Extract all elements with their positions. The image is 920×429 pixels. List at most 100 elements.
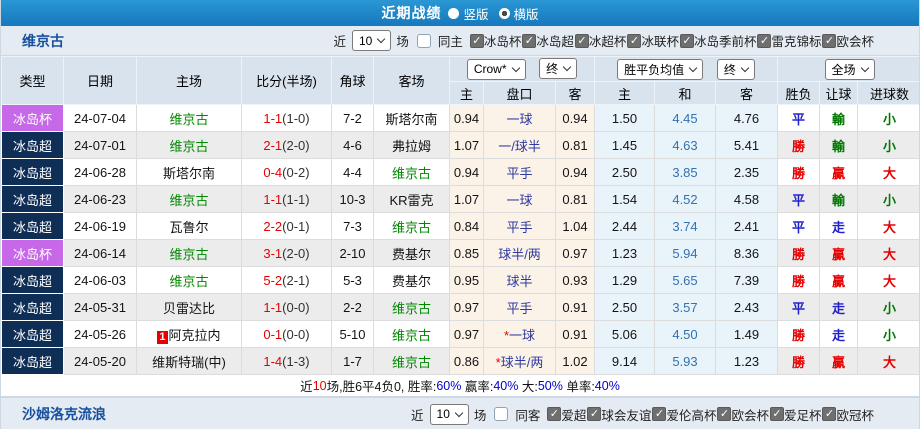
handicap-value: 一球 <box>506 112 532 127</box>
away-team-name: 维京古 <box>392 328 431 343</box>
home-team-cell: 维京古 <box>137 186 242 213</box>
handicap-value: 球半 <box>506 274 532 289</box>
team1-filter-controls: 近10场同主✓冰岛杯✓冰岛超✓冰超杯✓冰联杯✓冰岛季前杯✓雷克锦标✓欧会杯 <box>333 30 875 51</box>
team2-filter-row: 沙姆洛克流浪 近10场同客✓爱超✓球会友谊✓爱伦高杯✓欧会杯✓爱足杯✓欧冠杯 <box>1 397 919 429</box>
summary-segment: 10 <box>313 379 327 393</box>
avg-away-cell: 2.35 <box>716 159 778 186</box>
handicap-cell: *一球 <box>484 321 556 348</box>
avg-draw-cell: 4.52 <box>655 186 716 213</box>
handicap-result-cell: 輸 <box>820 105 858 132</box>
home-odds-cell: 0.97 <box>450 321 484 348</box>
col-header-home: 主场 <box>137 57 242 105</box>
halftime-score: (0-0) <box>282 327 309 342</box>
away-team-name: 费基尔 <box>392 247 431 262</box>
cup-filter-label: 爱足杯 <box>784 405 822 424</box>
halftime-score: (1-3) <box>282 354 309 369</box>
handicap-result: 輸 <box>832 112 845 127</box>
away-team-cell: KR雷克 <box>374 186 450 213</box>
chevron-down-icon <box>377 35 385 43</box>
away-team-name: 维京古 <box>392 220 431 235</box>
cup-filter-checkbox[interactable]: ✓ <box>587 407 601 421</box>
match-date-cell: 24-05-31 <box>64 294 137 321</box>
summary-segment: 单率: <box>563 376 595 395</box>
cup-filter-checkbox[interactable]: ✓ <box>627 34 641 48</box>
avg-home-cell: 1.23 <box>595 240 655 267</box>
same-venue-checkbox[interactable] <box>494 407 508 421</box>
avg-draw-value: 4.63 <box>672 138 697 153</box>
away-odds-cell: 0.81 <box>556 186 595 213</box>
avg-draw-cell: 3.85 <box>655 159 716 186</box>
summary-segment: 40% <box>595 379 620 393</box>
cup-filter-label: 冰联杯 <box>641 31 679 50</box>
cup-filter-checkbox[interactable]: ✓ <box>547 407 561 421</box>
cup-filter-checkbox[interactable]: ✓ <box>652 407 666 421</box>
cup-filter-checkbox[interactable]: ✓ <box>757 34 771 48</box>
away-odds-cell: 0.91 <box>556 294 595 321</box>
match-count-select[interactable]: 10 <box>352 30 391 51</box>
cup-filter-label: 球会友谊 <box>601 405 651 424</box>
cup-filter-checkbox[interactable]: ✓ <box>522 34 536 48</box>
away-team-name: 斯塔尔南 <box>385 112 437 127</box>
away-team-cell: 维京古 <box>374 294 450 321</box>
title-bar: 近期战绩 竖版横版 <box>1 0 919 26</box>
handicap-value: 一/球半 <box>498 139 541 154</box>
fulltime-score: 1-4 <box>263 354 282 369</box>
match-row: 冰岛超24-06-19瓦鲁尔2-2(0-1)7-3维京古0.84平手1.042.… <box>2 213 920 240</box>
chevron-down-icon <box>563 63 571 71</box>
avg-home-cell: 1.29 <box>595 267 655 294</box>
match-date-cell: 24-06-28 <box>64 159 137 186</box>
match-scope-select[interactable]: 全场 <box>825 59 875 80</box>
cup-filter-checkbox[interactable]: ✓ <box>822 34 836 48</box>
avg-home-cell: 2.50 <box>595 159 655 186</box>
corner-cell: 7-2 <box>332 105 374 132</box>
avg-draw-value: 5.94 <box>672 246 697 261</box>
match-type-cell: 冰岛超 <box>2 348 64 375</box>
wdl-result-cell: 平 <box>778 294 820 321</box>
cup-filter-checkbox[interactable]: ✓ <box>822 407 836 421</box>
fulltime-score: 2-1 <box>263 138 282 153</box>
cup-filter-checkbox[interactable]: ✓ <box>680 34 694 48</box>
odds-stage-select-value: 终 <box>546 60 558 77</box>
bookmaker-select[interactable]: Crow* <box>467 59 526 80</box>
same-venue-checkbox[interactable] <box>417 34 431 48</box>
summary-segment: 近 <box>300 376 313 395</box>
cup-filter-checkbox[interactable]: ✓ <box>717 407 731 421</box>
col-header-result-goals: 进球数 <box>858 82 920 105</box>
wdl-result: 勝 <box>792 166 805 181</box>
cup-filter-checkbox[interactable]: ✓ <box>770 407 784 421</box>
radio-button-icon[interactable] <box>499 8 510 19</box>
match-count-select[interactable]: 10 <box>430 404 469 425</box>
match-type-cell: 冰岛超 <box>2 294 64 321</box>
home-team-name: 瓦鲁尔 <box>169 220 208 235</box>
avg-home-cell: 2.50 <box>595 294 655 321</box>
match-row: 冰岛超24-06-03维京古5-2(2-1)5-3费基尔0.95球半0.931.… <box>2 267 920 294</box>
col-header-odds-home: 主 <box>450 82 484 105</box>
radio-button-icon[interactable] <box>448 8 459 19</box>
avg-type-select[interactable]: 胜平负均值 <box>617 59 703 80</box>
cup-filter-checkbox[interactable]: ✓ <box>575 34 589 48</box>
same-venue-label: 同主 <box>438 31 463 50</box>
odds-stage-select[interactable]: 终 <box>539 58 577 79</box>
score-cell: 1-1(1-0) <box>242 105 332 132</box>
home-team-cell: 维京古 <box>137 267 242 294</box>
record-summary: 近10场,胜6平4负0, 胜率:60% 赢率:40% 大:50% 单率:40% <box>1 375 919 397</box>
avg-draw-value: 4.50 <box>672 327 697 342</box>
handicap-cell: 球半 <box>484 267 556 294</box>
avg-away-cell: 2.41 <box>716 213 778 240</box>
col-header-odds-handicap: 盘口 <box>484 82 556 105</box>
cup-filter-checkbox[interactable]: ✓ <box>470 34 484 48</box>
avg-draw-cell: 5.94 <box>655 240 716 267</box>
match-row: 冰岛超24-05-20维斯特瑞(中)1-4(1-3)1-7维京古0.86*球半/… <box>2 348 920 375</box>
avg-stage-select[interactable]: 终 <box>717 59 755 80</box>
match-type-cell: 冰岛超 <box>2 159 64 186</box>
match-date-cell: 24-05-20 <box>64 348 137 375</box>
handicap-value: 一球 <box>509 328 535 343</box>
col-header-avg-home: 主 <box>595 82 655 105</box>
wdl-result: 勝 <box>792 274 805 289</box>
handicap-value: 平手 <box>506 301 532 316</box>
rank-badge: 1 <box>157 331 167 344</box>
wdl-result: 勝 <box>792 247 805 262</box>
cup-filter-label: 欧冠杯 <box>836 405 874 424</box>
avg-away-cell: 2.43 <box>716 294 778 321</box>
corner-cell: 1-7 <box>332 348 374 375</box>
